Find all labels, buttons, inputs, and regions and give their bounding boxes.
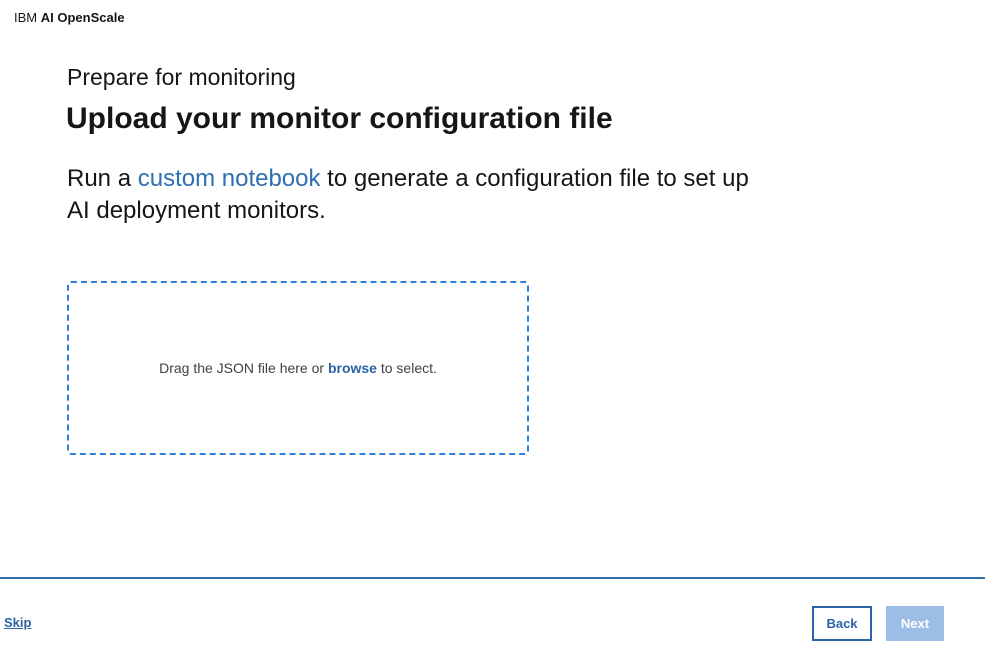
custom-notebook-link[interactable]: custom notebook: [138, 165, 321, 192]
page-title: Upload your monitor configuration file: [66, 102, 613, 135]
description-text-before: Run a: [67, 165, 138, 192]
dropzone-text-before: Drag the JSON file here or: [159, 360, 328, 376]
description-text: Run a custom notebook to generate a conf…: [67, 163, 757, 227]
brand-prefix: IBM: [14, 10, 38, 25]
page: IBM AI OpenScale Prepare for monitoring …: [0, 0, 985, 652]
file-dropzone[interactable]: Drag the JSON file here or browse to sel…: [67, 281, 529, 455]
footer-divider: [0, 577, 985, 579]
skip-link[interactable]: Skip: [4, 615, 31, 630]
step-eyebrow: Prepare for monitoring: [67, 64, 296, 90]
dropzone-text-after: to select.: [376, 360, 437, 376]
dropzone-instructions: Drag the JSON file here or browse to sel…: [159, 360, 437, 376]
brand-logo: IBM AI OpenScale: [14, 10, 125, 26]
brand-product-name: AI OpenScale: [40, 10, 125, 25]
browse-link[interactable]: browse: [328, 360, 377, 376]
back-button[interactable]: Back: [812, 606, 872, 641]
next-button[interactable]: Next: [886, 606, 944, 641]
